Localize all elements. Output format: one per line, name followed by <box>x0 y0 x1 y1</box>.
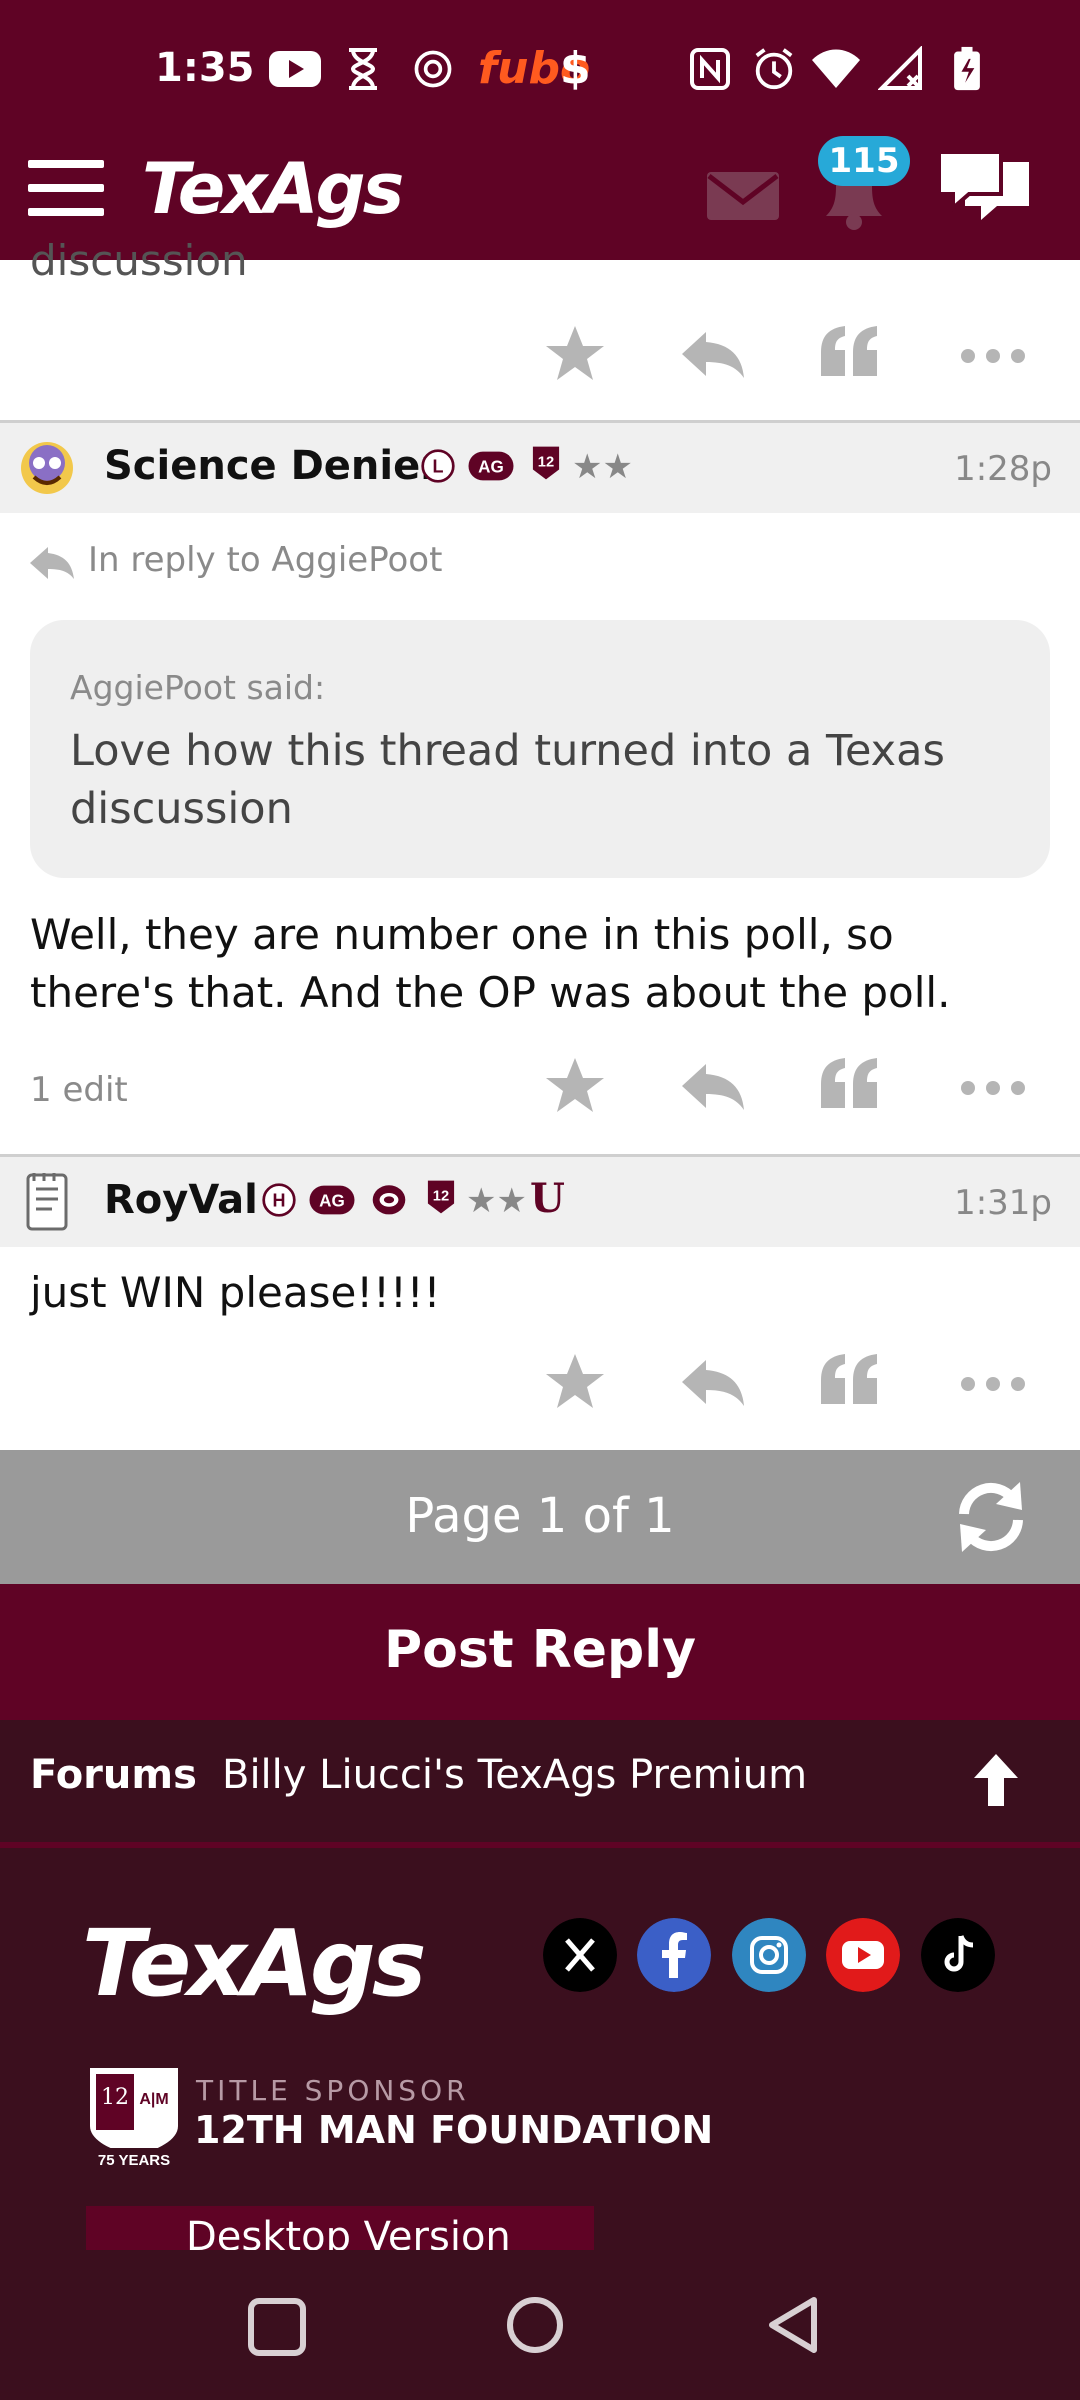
foundation-logo-years: 75 YEARS <box>98 2152 170 2169</box>
facebook-icon[interactable] <box>637 1918 711 1992</box>
x-icon[interactable] <box>543 1918 617 1992</box>
desktop-version-label[interactable]: Desktop Version <box>186 2214 511 2250</box>
svg-text:12: 12 <box>538 454 554 470</box>
reply-icon[interactable] <box>678 1346 748 1416</box>
badge-ag: AG <box>309 1185 355 1215</box>
breadcrumb-board[interactable]: Billy Liucci's TexAgs Premium <box>222 1752 807 1798</box>
menu-icon[interactable] <box>28 160 106 220</box>
wifi-icon <box>812 49 860 88</box>
badge-stars: ★★ <box>572 447 633 487</box>
post-meta: RoyVal H AG 12 ★★ U 1:31p <box>0 1157 1080 1247</box>
more-icon[interactable] <box>958 1050 1028 1120</box>
mail-icon[interactable] <box>705 168 781 224</box>
youtube-icon <box>269 51 321 87</box>
more-icon[interactable] <box>958 318 1028 388</box>
in-reply-to-link[interactable]: In reply to AggiePoot <box>88 540 442 580</box>
star-icon[interactable] <box>540 1050 610 1120</box>
breadcrumb-forums[interactable]: Forums <box>30 1752 197 1798</box>
signal-icon <box>878 46 922 90</box>
svg-text:12: 12 <box>433 1188 449 1204</box>
badge-stadium <box>372 1185 406 1215</box>
svg-text:AG: AG <box>319 1191 345 1210</box>
reply-icon[interactable] <box>678 318 748 388</box>
svg-text:H: H <box>273 1190 286 1210</box>
desktop-version-button[interactable]: Desktop Version <box>86 2206 594 2250</box>
refresh-icon[interactable] <box>950 1478 1032 1556</box>
star-icon[interactable] <box>540 1346 610 1416</box>
dollar-icon: $ <box>560 43 591 94</box>
post-body-partial: discussion <box>30 236 248 285</box>
post-actions <box>0 318 1080 394</box>
status-time: 1:35 <box>155 45 255 91</box>
post-username[interactable]: Science Denier <box>104 443 440 489</box>
badge-12th-man: 12 <box>532 446 560 480</box>
openai-icon <box>414 50 452 88</box>
post-actions <box>0 1050 1080 1126</box>
notification-count-badge[interactable]: 115 <box>818 136 910 186</box>
page-indicator[interactable]: Page 1 of 1 <box>0 1488 1080 1544</box>
badge-h: H <box>262 1183 296 1217</box>
nfc-icon <box>690 48 730 90</box>
12th-man-foundation-logo: 12 A|M 75 YEARS <box>90 2068 178 2170</box>
home-icon[interactable] <box>504 2294 566 2356</box>
footer-texags-logo[interactable]: TexAgs <box>82 1910 426 2017</box>
badge-ag: AG <box>468 451 514 481</box>
badge-l: L <box>421 449 455 483</box>
sponsor-name[interactable]: 12TH MAN FOUNDATION <box>194 2108 713 2152</box>
quote-icon[interactable] <box>815 318 885 388</box>
svg-text:12: 12 <box>101 2085 129 2110</box>
badge-stars: ★★ <box>466 1181 527 1221</box>
post-actions <box>0 1346 1080 1422</box>
battery-icon <box>954 46 980 91</box>
quote-icon[interactable] <box>815 1050 885 1120</box>
post-body: just WIN please!!!!! <box>30 1268 441 1317</box>
avatar[interactable] <box>14 433 80 499</box>
reply-arrow-icon <box>30 547 74 579</box>
instagram-icon[interactable] <box>732 1918 806 1992</box>
footer-divider <box>0 1842 1080 1848</box>
texags-logo[interactable]: TexAgs <box>142 148 404 230</box>
svg-text:AG: AG <box>478 457 504 476</box>
star-icon[interactable] <box>540 318 610 388</box>
post-meta: Science Denier L AG 12 ★★ 1:28p <box>0 423 1080 513</box>
tiktok-icon[interactable] <box>921 1918 995 1992</box>
recents-icon[interactable] <box>246 2296 308 2358</box>
quote-text: Love how this thread turned into a Texas… <box>70 726 945 834</box>
more-icon[interactable] <box>958 1346 1028 1416</box>
post-time: 1:31p <box>954 1183 1052 1223</box>
arrow-up-icon[interactable] <box>972 1752 1020 1808</box>
status-bar: 1:35 fubo $ <box>0 0 1080 140</box>
quote-icon[interactable] <box>815 1346 885 1416</box>
post-reply-label[interactable]: Post Reply <box>0 1620 1080 1680</box>
svg-text:A|M: A|M <box>139 2091 168 2108</box>
badge-12th-man: 12 <box>427 1180 455 1214</box>
youtube-icon[interactable] <box>826 1918 900 1992</box>
hourglass-icon <box>349 48 377 90</box>
quote-author: AggiePoot said: <box>70 668 326 707</box>
title-sponsor-label: TITLE SPONSOR <box>196 2074 470 2107</box>
alarm-icon <box>755 48 793 90</box>
post-username[interactable]: RoyVal <box>104 1177 258 1223</box>
back-icon[interactable] <box>762 2294 824 2356</box>
badge-u: U <box>530 1175 565 1222</box>
chat-icon[interactable] <box>935 148 1035 232</box>
post-body: Well, they are number one in this poll, … <box>30 910 951 1017</box>
reply-icon[interactable] <box>678 1050 748 1120</box>
post-time: 1:28p <box>954 449 1052 489</box>
svg-text:L: L <box>433 456 444 476</box>
avatar[interactable] <box>14 1169 80 1235</box>
